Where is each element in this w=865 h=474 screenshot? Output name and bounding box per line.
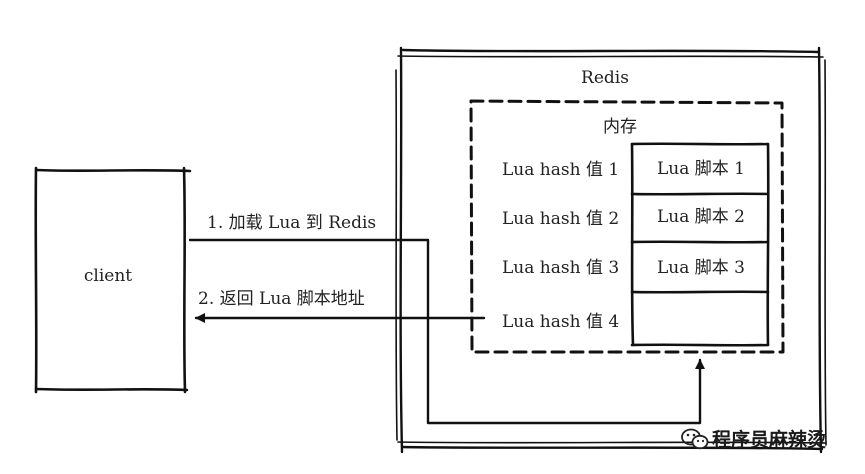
hash-label-2: Lua hash 值 2 xyxy=(502,209,619,229)
redis-box: Redis xyxy=(395,46,827,454)
arrow-return-label: 2. 返回 Lua 脚本地址 xyxy=(198,289,365,309)
hash-label-4: Lua hash 值 4 xyxy=(502,312,619,332)
wechat-icon xyxy=(681,428,709,450)
memory-label: 内存 xyxy=(603,117,637,137)
watermark-text: 程序员麻辣烫 xyxy=(712,428,827,451)
script-cell-1: Lua 脚本 1 xyxy=(657,159,745,179)
architecture-diagram: client Redis 内存 Lua hash 值 1 Lua hash 值 … xyxy=(34,46,827,454)
client-box: client xyxy=(34,166,192,394)
hash-label-1: Lua hash 值 1 xyxy=(502,160,619,180)
script-table: Lua 脚本 1 Lua 脚本 2 Lua 脚本 3 xyxy=(630,142,770,347)
watermark: 程序员麻辣烫 xyxy=(681,428,827,451)
script-cell-2: Lua 脚本 2 xyxy=(657,207,745,227)
hash-label-3: Lua hash 值 3 xyxy=(502,258,619,278)
arrow-load-label: 1. 加载 Lua 到 Redis xyxy=(207,213,376,233)
arrow-return: 2. 返回 Lua 脚本地址 xyxy=(194,289,486,323)
client-label: client xyxy=(84,266,132,286)
redis-label: Redis xyxy=(581,68,629,88)
script-cell-3: Lua 脚本 3 xyxy=(657,258,745,278)
hash-labels: Lua hash 值 1 Lua hash 值 2 Lua hash 值 3 L… xyxy=(502,160,619,332)
